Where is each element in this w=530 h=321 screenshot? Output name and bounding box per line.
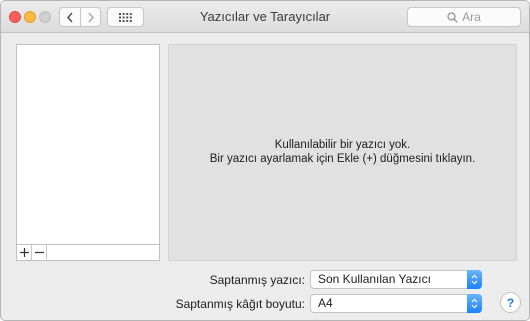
remove-printer-button[interactable] bbox=[32, 245, 47, 260]
zoom-button bbox=[39, 11, 51, 23]
default-printer-value: Son Kullanılan Yazıcı bbox=[318, 272, 431, 286]
paper-size-popup[interactable]: A4 bbox=[310, 294, 482, 313]
forward-button[interactable] bbox=[80, 8, 100, 26]
printer-detail-pane: Kullanılabilir bir yazıcı yok. Bir yazıc… bbox=[168, 44, 517, 261]
minimize-button[interactable] bbox=[24, 11, 36, 23]
chevron-left-icon bbox=[67, 12, 73, 22]
minus-icon bbox=[34, 251, 44, 254]
add-printer-button[interactable] bbox=[17, 245, 32, 260]
close-button[interactable] bbox=[9, 11, 21, 23]
search-icon bbox=[447, 11, 458, 23]
search-placeholder: Ara bbox=[462, 10, 481, 24]
plus-icon bbox=[19, 248, 29, 257]
default-printer-popup[interactable]: Son Kullanılan Yazıcı bbox=[310, 270, 482, 289]
title-bar: Yazıcılar ve Tarayıcılar Ara bbox=[1, 1, 529, 33]
paper-size-label: Saptanmış kâğıt boyutu: bbox=[175, 297, 305, 311]
popup-arrows-icon bbox=[467, 270, 482, 289]
printer-list[interactable] bbox=[16, 44, 160, 244]
back-button[interactable] bbox=[60, 8, 80, 26]
add-printer-hint: Bir yazıcı ayarlamak için Ekle (+) düğme… bbox=[209, 153, 476, 165]
show-all-grid-icon bbox=[119, 12, 132, 22]
help-button[interactable]: ? bbox=[500, 292, 521, 313]
printer-list-toolbar bbox=[16, 244, 160, 261]
popup-arrows-icon bbox=[467, 294, 482, 313]
printers-scanners-window: Yazıcılar ve Tarayıcılar Ara Kullanılabi… bbox=[0, 0, 530, 321]
search-field[interactable]: Ara bbox=[407, 7, 521, 27]
navigation-group bbox=[59, 7, 101, 27]
paper-size-value: A4 bbox=[318, 296, 333, 310]
default-printer-label: Saptanmış yazıcı: bbox=[209, 273, 305, 287]
no-printer-message: Kullanılabilir bir yazıcı yok. Bir yazıc… bbox=[169, 138, 516, 166]
chevron-right-icon bbox=[87, 12, 94, 22]
no-printer-text: Kullanılabilir bir yazıcı yok. bbox=[274, 139, 411, 151]
show-all-button[interactable] bbox=[107, 7, 144, 27]
